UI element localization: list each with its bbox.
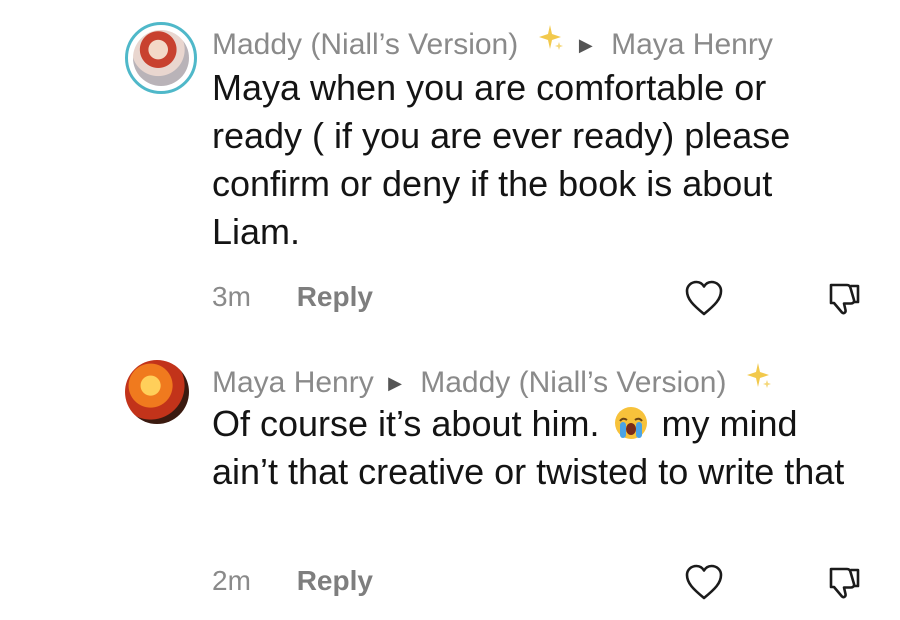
reply-to-name[interactable]: Maya Henry [611,28,773,61]
thumbs-down-outline-icon[interactable] [823,562,865,602]
comment: Maya Henry ▶ Maddy (Niall’s Version) Of … [0,340,900,620]
reply-to-name[interactable]: Maddy (Niall’s Version) [420,366,726,399]
reply-button[interactable]: Reply [297,281,373,312]
avatar[interactable] [125,22,197,94]
comment-text: Of course it’s about him. my mind ain’t … [212,400,862,496]
comment-time: 2m [212,565,251,596]
thumbs-down-outline-icon[interactable] [823,278,865,318]
play-arrow-icon: ▶ [388,373,402,393]
comment-meta: 2m Reply [212,564,373,598]
author-name[interactable]: Maya Henry [212,366,374,399]
comment: Maddy (Niall’s Version) ▶ Maya Henry May… [0,0,900,330]
comment-time: 3m [212,281,251,312]
sparkle-icon [743,360,773,399]
comment-header: Maddy (Niall’s Version) ▶ Maya Henry [212,22,773,63]
reply-button[interactable]: Reply [297,565,373,596]
comment-meta: 3m Reply [212,280,373,314]
avatar-image [133,30,189,86]
avatar[interactable] [125,360,189,424]
loudly-crying-face-icon [612,404,650,442]
heart-outline-icon[interactable] [683,278,725,318]
comment-header: Maya Henry ▶ Maddy (Niall’s Version) [212,360,773,401]
play-arrow-icon: ▶ [578,35,593,55]
author-name[interactable]: Maddy (Niall’s Version) [212,28,518,61]
comment-text: Maya when you are comfortable or ready (… [212,67,791,252]
sparkle-icon [535,22,565,61]
heart-outline-icon[interactable] [683,562,725,602]
comment-text-part: Of course it’s about him. [212,403,600,444]
